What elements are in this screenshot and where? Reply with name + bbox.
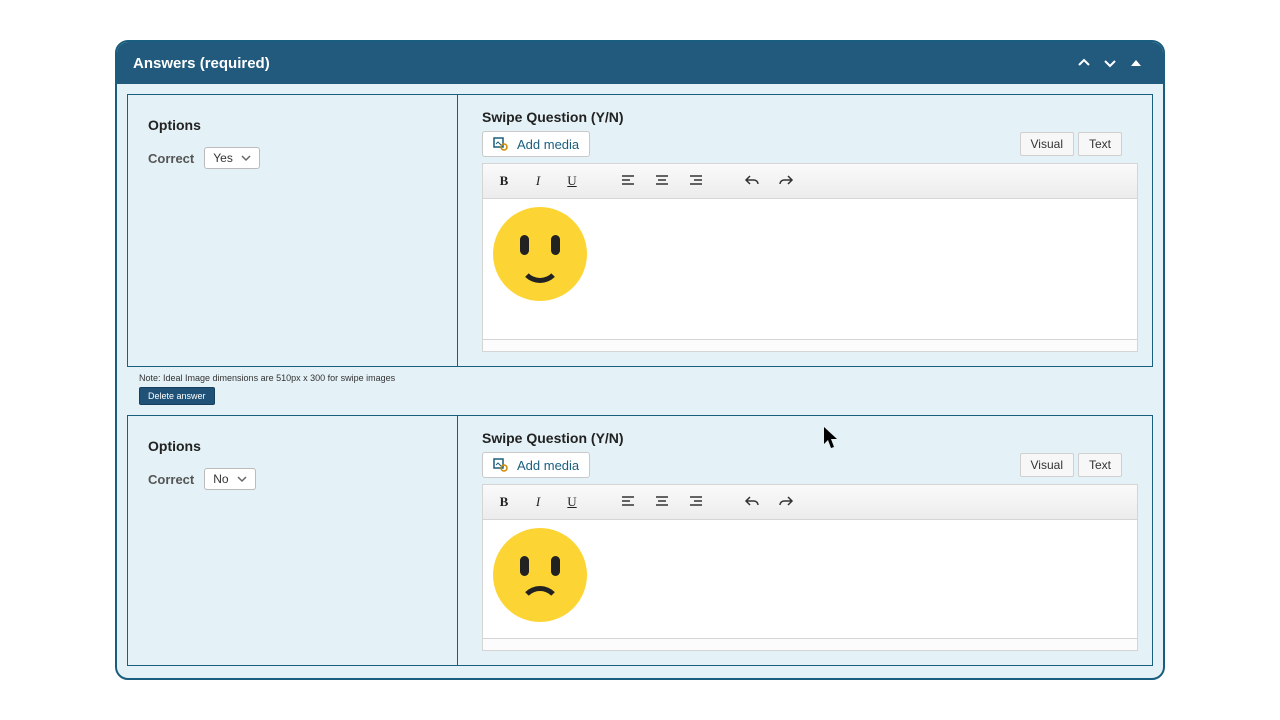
correct-row: Correct Yes [148,147,437,169]
align-center-button[interactable] [651,491,673,513]
happy-face-image [493,207,587,301]
italic-button[interactable]: I [527,170,549,192]
tab-text[interactable]: Text [1078,453,1122,477]
correct-select[interactable]: No [204,468,255,490]
editor-statusbar [483,638,1137,650]
media-row: Add media Visual Text [468,452,1152,484]
options-column: Options Correct No [128,416,458,665]
editor-statusbar [483,339,1137,351]
add-media-button[interactable]: Add media [482,452,590,478]
correct-row: Correct No [148,468,437,490]
answers-panel: Answers (required) Options Correct Yes [115,40,1165,680]
underline-button[interactable]: U [561,170,583,192]
panel-title: Answers (required) [133,55,1069,72]
add-media-label: Add media [517,137,579,152]
tab-visual[interactable]: Visual [1020,132,1074,156]
undo-button[interactable] [741,491,763,513]
chevron-down-icon [241,153,251,163]
tab-text[interactable]: Text [1078,132,1122,156]
redo-button[interactable] [775,170,797,192]
undo-button[interactable] [741,170,763,192]
correct-label: Correct [148,472,194,487]
editor-canvas[interactable] [483,199,1137,339]
correct-select[interactable]: Yes [204,147,260,169]
options-title: Options [148,438,437,454]
options-title: Options [148,117,437,133]
italic-button[interactable]: I [527,491,549,513]
expand-down-icon[interactable] [1099,52,1121,74]
correct-value: No [213,472,228,486]
align-left-button[interactable] [617,170,639,192]
between-rows: Note: Ideal Image dimensions are 510px x… [127,367,1153,415]
media-icon [493,457,509,473]
media-icon [493,136,509,152]
image-note: Note: Ideal Image dimensions are 510px x… [139,373,1141,383]
tab-visual[interactable]: Visual [1020,453,1074,477]
underline-button[interactable]: U [561,491,583,513]
redo-button[interactable] [775,491,797,513]
editor-toolbar: B I U [483,485,1137,520]
bold-button[interactable]: B [493,491,515,513]
align-right-button[interactable] [685,170,707,192]
editor-toolbar: B I U [483,164,1137,199]
swipe-question-title: Swipe Question (Y/N) [468,416,1152,452]
rich-text-editor: B I U [482,163,1138,352]
editor-column: Swipe Question (Y/N) Add media Visual Te… [458,416,1152,665]
media-row: Add media Visual Text [468,131,1152,163]
collapse-up-icon[interactable] [1073,52,1095,74]
editor-column: Swipe Question (Y/N) Add media Visual Te… [458,95,1152,366]
bold-button[interactable]: B [493,170,515,192]
align-right-button[interactable] [685,491,707,513]
options-column: Options Correct Yes [128,95,458,366]
panel-header: Answers (required) [117,42,1163,84]
align-center-button[interactable] [651,170,673,192]
panel-body: Options Correct Yes Swipe Question (Y/N) [117,84,1163,678]
add-media-button[interactable]: Add media [482,131,590,157]
delete-answer-button[interactable]: Delete answer [139,387,215,405]
chevron-down-icon [237,474,247,484]
swipe-question-title: Swipe Question (Y/N) [468,95,1152,131]
correct-value: Yes [213,151,233,165]
rich-text-editor: B I U [482,484,1138,651]
triangle-up-icon[interactable] [1125,52,1147,74]
editor-tabs: Visual Text [1020,453,1138,477]
editor-tabs: Visual Text [1020,132,1138,156]
answer-row: Options Correct Yes Swipe Question (Y/N) [127,94,1153,367]
correct-label: Correct [148,151,194,166]
answer-row: Options Correct No Swipe Question (Y/N) [127,415,1153,666]
align-left-button[interactable] [617,491,639,513]
mouse-cursor-icon [823,426,841,450]
add-media-label: Add media [517,458,579,473]
sad-face-image [493,528,587,622]
editor-canvas[interactable] [483,520,1137,638]
